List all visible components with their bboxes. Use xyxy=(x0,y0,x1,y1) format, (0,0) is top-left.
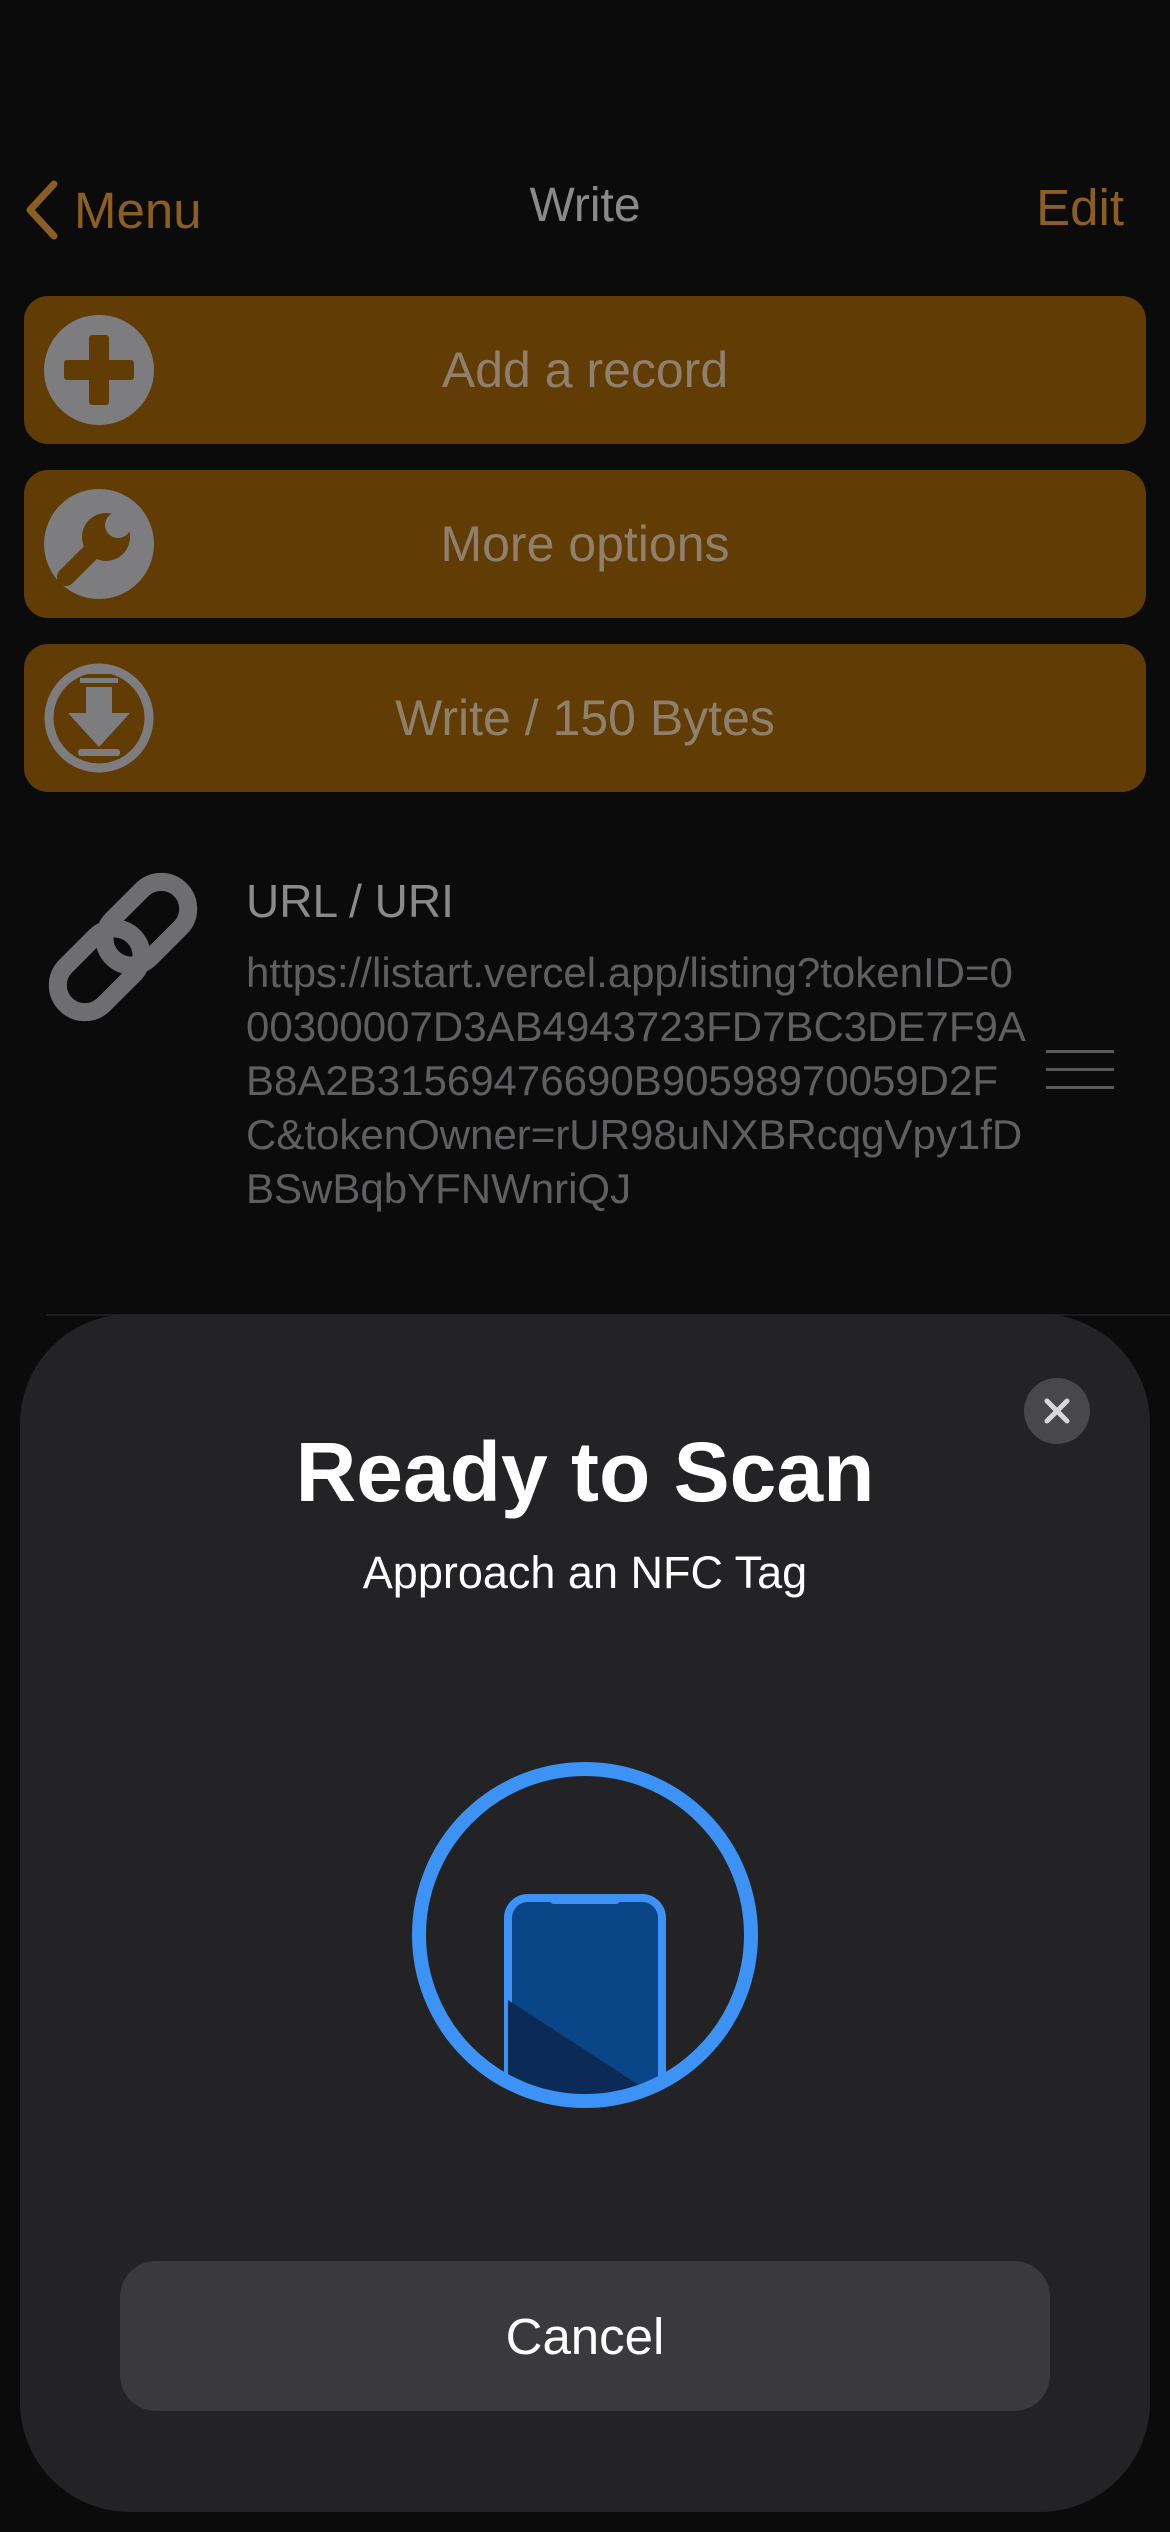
sheet-title: Ready to Scan xyxy=(295,1425,875,1519)
link-icon xyxy=(48,872,198,1022)
add-record-label: Add a record xyxy=(441,342,729,398)
sheet-subtitle: Approach an NFC Tag xyxy=(362,1547,808,1598)
navigation-bar: Menu Write Edit xyxy=(0,150,1170,270)
edit-button[interactable]: Edit xyxy=(1036,178,1124,237)
write-label: Write / 150 Bytes xyxy=(395,690,775,746)
record-url-value: https://listart.vercel.app/listing?token… xyxy=(246,949,1026,1212)
write-button[interactable]: Write / 150 Bytes xyxy=(24,644,1146,792)
more-options-label: More options xyxy=(440,516,730,572)
record-type-label: URL / URI xyxy=(246,875,454,927)
record-row[interactable]: URL / URI https://listart.vercel.app/lis… xyxy=(0,842,1170,1316)
more-options-button[interactable]: More options xyxy=(24,470,1146,618)
page-title: Write xyxy=(529,179,641,232)
cancel-button[interactable]: Cancel xyxy=(120,2261,1050,2411)
reorder-handle-icon[interactable] xyxy=(1046,1050,1114,1090)
add-record-button[interactable]: Add a record xyxy=(24,296,1146,444)
nfc-scan-sheet: Ready to Scan Approach an NFC Tag Cancel xyxy=(20,1314,1150,2512)
phone-scan-icon xyxy=(412,1762,758,2108)
close-icon xyxy=(1044,1398,1070,1424)
